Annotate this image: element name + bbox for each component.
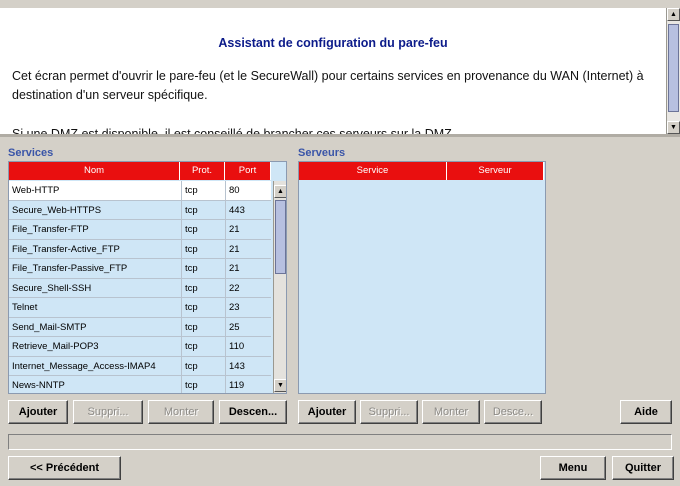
service-name: File_Transfer-FTP	[12, 224, 89, 235]
service-name: Secure_Web-HTTPS	[12, 204, 102, 216]
table-row[interactable]: Secure_Shell-SSH tcp 22	[9, 278, 271, 298]
service-port: 21	[225, 259, 271, 278]
status-bar	[8, 434, 672, 450]
service-port: 110	[225, 337, 271, 356]
service-proto: tcp	[181, 356, 225, 376]
column-header-port[interactable]: Port	[225, 162, 271, 180]
page-title: Assistant de configuration du pare-feu	[218, 36, 448, 50]
previous-button[interactable]: << Précédent	[8, 456, 121, 480]
service-name: Telnet	[12, 302, 38, 313]
service-name: Secure_Shell-SSH	[12, 282, 92, 294]
service-name: Retrieve_Mail-POP3	[12, 341, 99, 352]
quit-button[interactable]: Quitter	[612, 456, 674, 480]
service-proto: tcp	[181, 220, 225, 239]
service-name: Web-HTTP	[12, 185, 60, 196]
scroll-up-icon[interactable]: ▲	[667, 8, 680, 21]
info-scrollbar[interactable]: ▲ ▼	[666, 8, 680, 134]
service-proto: tcp	[181, 278, 225, 298]
service-proto: tcp	[181, 317, 225, 337]
service-proto: tcp	[181, 298, 225, 317]
table-row[interactable]: Internet_Message_Access-IMAP4 tcp 143	[9, 356, 271, 376]
table-row[interactable]: Telnet tcp 23	[9, 298, 271, 318]
info-paragraph-2: Si une DMZ est disponible, il est consei…	[12, 127, 456, 134]
servers-table: Service Serveur	[298, 161, 546, 394]
menu-button[interactable]: Menu	[540, 456, 606, 480]
service-proto: tcp	[181, 337, 225, 356]
servers-down-button[interactable]: Desce...	[484, 400, 542, 424]
scroll-thumb[interactable]	[668, 24, 679, 112]
table-row[interactable]: File_Transfer-FTP tcp 21	[9, 220, 271, 240]
service-port: 119	[225, 376, 271, 393]
scroll-down-icon[interactable]: ▼	[274, 379, 286, 392]
info-panel: Assistant de configuration du pare-feu C…	[0, 8, 666, 134]
services-table: Nom Prot. Port Web-HTTP tcp 80 Secure_We…	[8, 161, 287, 394]
divider	[0, 134, 680, 137]
table-row[interactable]: Web-HTTP tcp 80	[9, 181, 271, 201]
services-down-button[interactable]: Descen...	[219, 400, 287, 424]
service-proto: tcp	[181, 200, 225, 220]
service-port: 80	[225, 181, 271, 200]
service-proto: tcp	[181, 376, 225, 393]
help-button[interactable]: Aide	[620, 400, 672, 424]
service-name: File_Transfer-Passive_FTP	[12, 263, 128, 274]
services-scrollbar[interactable]: ▲ ▼	[273, 181, 286, 393]
service-port: 143	[225, 356, 271, 376]
service-port: 21	[225, 220, 271, 239]
service-proto: tcp	[181, 181, 225, 200]
service-proto: tcp	[181, 259, 225, 278]
services-up-button[interactable]: Monter	[148, 400, 214, 424]
services-delete-button[interactable]: Suppri...	[73, 400, 143, 424]
column-header-proto[interactable]: Prot.	[180, 162, 225, 180]
services-add-button[interactable]: Ajouter	[8, 400, 68, 424]
info-paragraph-1: Cet écran permet d'ouvrir le pare-feu (e…	[12, 69, 644, 102]
service-port: 443	[225, 200, 271, 220]
service-port: 22	[225, 278, 271, 298]
column-header-name[interactable]: Nom	[9, 162, 180, 180]
service-name: Internet_Message_Access-IMAP4	[12, 360, 156, 372]
service-name: News-NNTP	[12, 380, 65, 391]
servers-label: Serveurs	[298, 147, 346, 159]
service-name: File_Transfer-Active_FTP	[12, 243, 120, 255]
service-port: 23	[225, 298, 271, 317]
table-row[interactable]: Retrieve_Mail-POP3 tcp 110	[9, 337, 271, 357]
scroll-up-icon[interactable]: ▲	[274, 185, 286, 198]
services-label: Services	[8, 147, 54, 159]
service-proto: tcp	[181, 239, 225, 259]
table-row[interactable]: File_Transfer-Active_FTP tcp 21	[9, 239, 271, 259]
table-row[interactable]: Secure_Web-HTTPS tcp 443	[9, 200, 271, 220]
column-header-service[interactable]: Service	[299, 162, 447, 180]
service-port: 25	[225, 317, 271, 337]
servers-up-button[interactable]: Monter	[422, 400, 480, 424]
table-row[interactable]: File_Transfer-Passive_FTP tcp 21	[9, 259, 271, 279]
column-header-server[interactable]: Serveur	[447, 162, 544, 180]
scroll-down-icon[interactable]: ▼	[667, 121, 680, 134]
scroll-thumb[interactable]	[275, 200, 286, 274]
service-port: 21	[225, 239, 271, 259]
table-row[interactable]: Send_Mail-SMTP tcp 25	[9, 317, 271, 337]
servers-delete-button[interactable]: Suppri...	[360, 400, 418, 424]
services-rows: Web-HTTP tcp 80 Secure_Web-HTTPS tcp 443…	[9, 181, 271, 393]
service-name: Send_Mail-SMTP	[12, 321, 87, 333]
table-row[interactable]: News-NNTP tcp 119	[9, 376, 271, 393]
servers-add-button[interactable]: Ajouter	[298, 400, 356, 424]
